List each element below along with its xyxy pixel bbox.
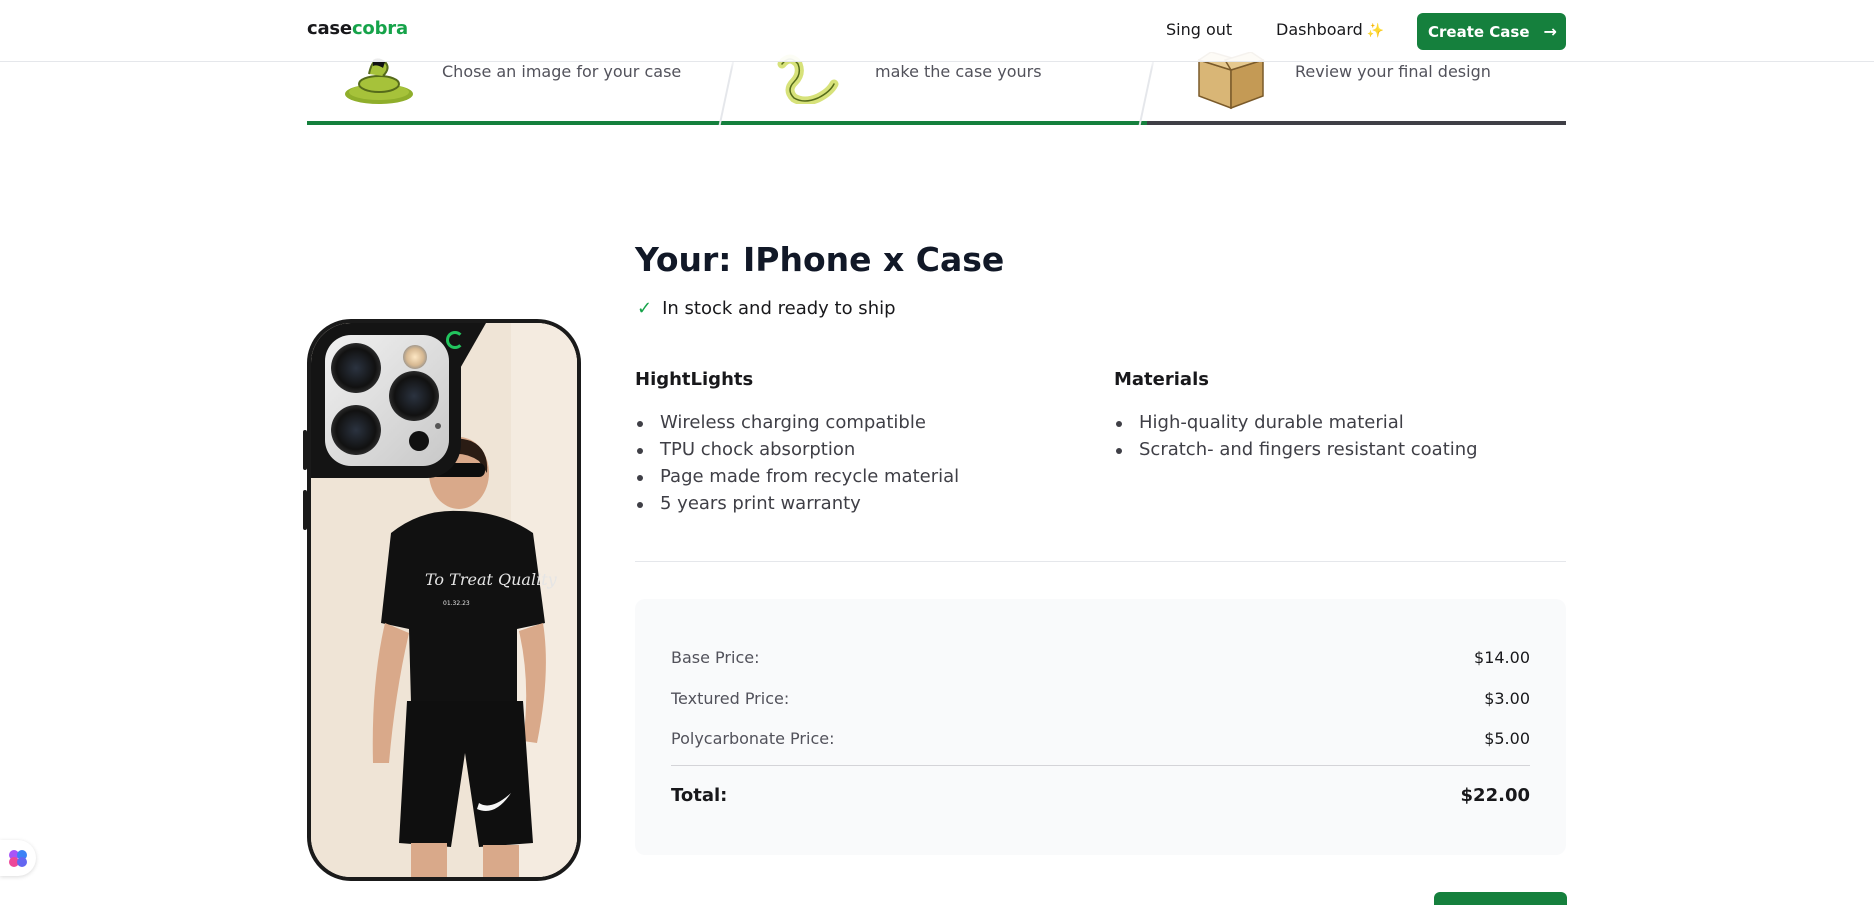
price-total: Total: $22.00 (671, 785, 1530, 809)
create-case-label: Create Case (1428, 22, 1530, 41)
sensor-icon (435, 423, 441, 429)
total-label: Total: (671, 785, 728, 806)
price-label: Textured Price: (671, 689, 790, 708)
phone-side-button (303, 430, 307, 470)
step-progress-bar (727, 121, 1147, 125)
price-row-polycarbonate: Polycarbonate Price: $5.00 (671, 729, 1530, 751)
brain-icon-graphic (9, 850, 27, 867)
signout-link[interactable]: Sing out (1166, 20, 1232, 39)
section-divider (635, 561, 1566, 562)
highlights-heading: HightLights (635, 369, 754, 390)
step-upload: Chose an image for your case (307, 56, 736, 125)
price-value: $3.00 (1484, 689, 1530, 708)
create-case-button[interactable]: Create Case → (1417, 13, 1566, 50)
microphone-icon (409, 431, 429, 451)
progress-steps: Chose an image for your case make the ca… (307, 52, 1566, 125)
dashboard-label: Dashboard (1276, 20, 1363, 39)
phone-side-button (303, 490, 307, 530)
total-value: $22.00 (1460, 785, 1530, 806)
list-item: Scratch- and fingers resistant coating (1114, 436, 1478, 463)
step-description: make the case yours (875, 62, 1042, 81)
brain-icon[interactable] (0, 840, 36, 876)
check-icon: ✓ (637, 298, 653, 319)
logo[interactable]: casecobra (307, 18, 408, 39)
step-progress-bar (307, 121, 727, 125)
camera-module (325, 335, 449, 466)
price-row-base: Base Price: $14.00 (671, 648, 1530, 670)
checkout-button[interactable] (1434, 892, 1567, 905)
price-divider (671, 765, 1530, 766)
list-item: TPU chock absorption (635, 436, 959, 463)
materials-heading: Materials (1114, 369, 1209, 390)
step-review: Review your final design (1147, 52, 1566, 125)
phone-case-preview: To Treat Quality 01.32.23 (307, 319, 581, 881)
phone-side-button (577, 470, 581, 540)
step-description: Review your final design (1295, 62, 1491, 81)
price-value: $14.00 (1474, 648, 1530, 667)
camera-lens-icon (331, 405, 381, 455)
list-item: Page made from recycle material (635, 463, 959, 490)
dashboard-link[interactable]: Dashboard ✨ (1276, 20, 1384, 39)
step-description: Chose an image for your case (442, 62, 682, 81)
price-summary: Base Price: $14.00 Textured Price: $3.00… (635, 599, 1566, 855)
logo-text: case (307, 18, 352, 39)
materials-list: High-quality durable material Scratch- a… (1114, 409, 1478, 463)
list-item: Wireless charging compatible (635, 409, 959, 436)
sparkles-icon: ✨ (1366, 23, 1385, 39)
price-label: Base Price: (671, 648, 760, 667)
camera-lens-icon (331, 343, 381, 393)
svg-text:To Treat Quality: To Treat Quality (425, 570, 558, 589)
camera-bump (311, 323, 461, 478)
price-value: $5.00 (1484, 729, 1530, 748)
svg-text:01.32.23: 01.32.23 (443, 600, 470, 607)
list-item: 5 years print warranty (635, 490, 959, 517)
product-title: Your: IPhone x Case (635, 240, 1005, 279)
stock-text: In stock and ready to ship (662, 298, 896, 319)
price-row-textured: Textured Price: $3.00 (671, 689, 1530, 711)
camera-lens-icon (389, 371, 439, 421)
navbar: casecobra Sing out Dashboard ✨ Create Cas… (0, 0, 1874, 62)
step-customize: make the case yours (727, 54, 1156, 125)
loading-spinner-icon (446, 331, 464, 349)
highlights-list: Wireless charging compatible TPU chock a… (635, 409, 959, 517)
flash-icon (403, 345, 427, 369)
step-progress-bar (1147, 121, 1566, 125)
logo-accent-text: cobra (351, 18, 408, 39)
price-label: Polycarbonate Price: (671, 729, 835, 748)
stock-status: ✓ In stock and ready to ship (637, 298, 896, 319)
arrow-right-icon: → (1543, 22, 1557, 41)
list-item: High-quality durable material (1114, 409, 1478, 436)
